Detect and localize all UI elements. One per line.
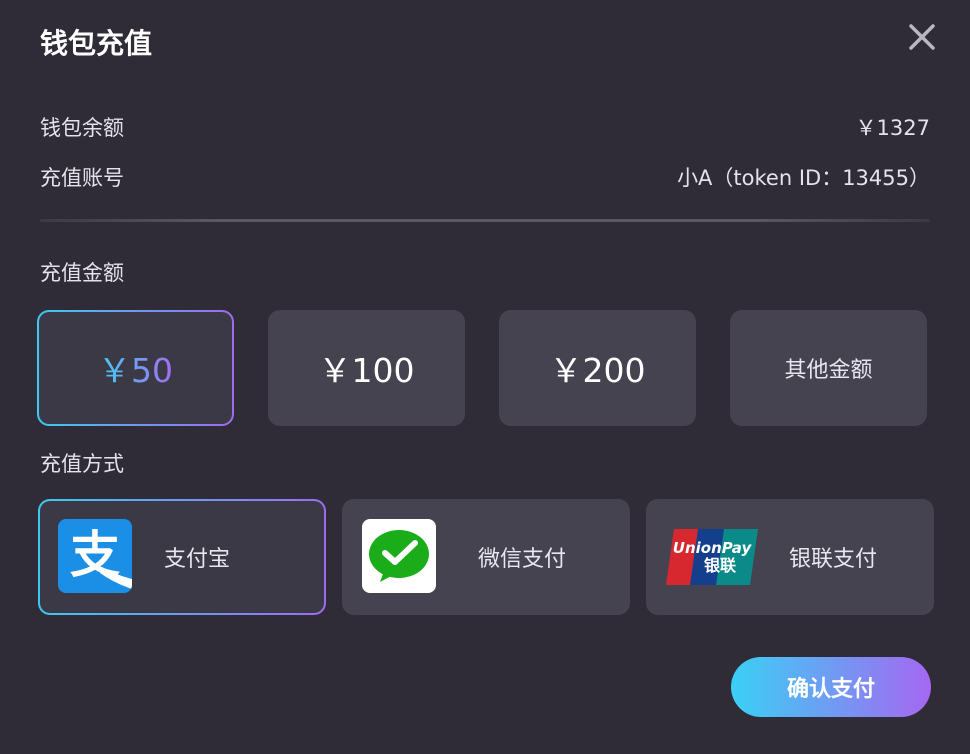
payment-option-alipay[interactable]: 支 支付宝 bbox=[38, 499, 326, 615]
divider bbox=[40, 219, 930, 222]
alipay-icon: 支 bbox=[58, 519, 132, 593]
account-value: 小A（token ID：13455） bbox=[677, 166, 930, 190]
amount-option-label: 其他金额 bbox=[784, 358, 873, 383]
amount-option-label: ￥200 bbox=[549, 351, 646, 390]
account-label: 充值账号 bbox=[40, 166, 124, 190]
payment-option-label: 银联支付 bbox=[789, 547, 878, 572]
payment-option-label: 微信支付 bbox=[478, 547, 567, 572]
amount-section-label: 充值金额 bbox=[40, 261, 124, 285]
amount-option-other[interactable]: 其他金额 bbox=[730, 310, 927, 426]
wechat-pay-icon bbox=[362, 519, 436, 593]
unionpay-cn: 银联 bbox=[704, 556, 736, 575]
balance-label: 钱包余额 bbox=[40, 116, 124, 140]
confirm-payment-button[interactable]: 确认支付 bbox=[731, 657, 931, 717]
balance-value: ￥1327 bbox=[855, 116, 930, 140]
method-section-label: 充值方式 bbox=[40, 452, 124, 476]
payment-option-wechat[interactable]: 微信支付 bbox=[342, 499, 630, 615]
unionpay-icon: UnionPay 银联 bbox=[666, 527, 758, 587]
close-icon[interactable] bbox=[905, 20, 939, 54]
dialog-title: 钱包充值 bbox=[40, 27, 153, 60]
payment-option-unionpay[interactable]: UnionPay 银联 银联支付 bbox=[646, 499, 934, 615]
amount-option-50[interactable]: ￥50 bbox=[37, 310, 234, 426]
amount-option-100[interactable]: ￥100 bbox=[268, 310, 465, 426]
payment-option-label: 支付宝 bbox=[164, 547, 231, 572]
recharge-dialog: 钱包充值 钱包余额 ￥1327 充值账号 小A（token ID：13455） … bbox=[0, 0, 970, 754]
unionpay-brand: UnionPay bbox=[673, 539, 753, 557]
amount-option-200[interactable]: ￥200 bbox=[499, 310, 696, 426]
amount-option-label: ￥100 bbox=[318, 351, 415, 390]
amount-option-label: ￥50 bbox=[98, 344, 173, 392]
